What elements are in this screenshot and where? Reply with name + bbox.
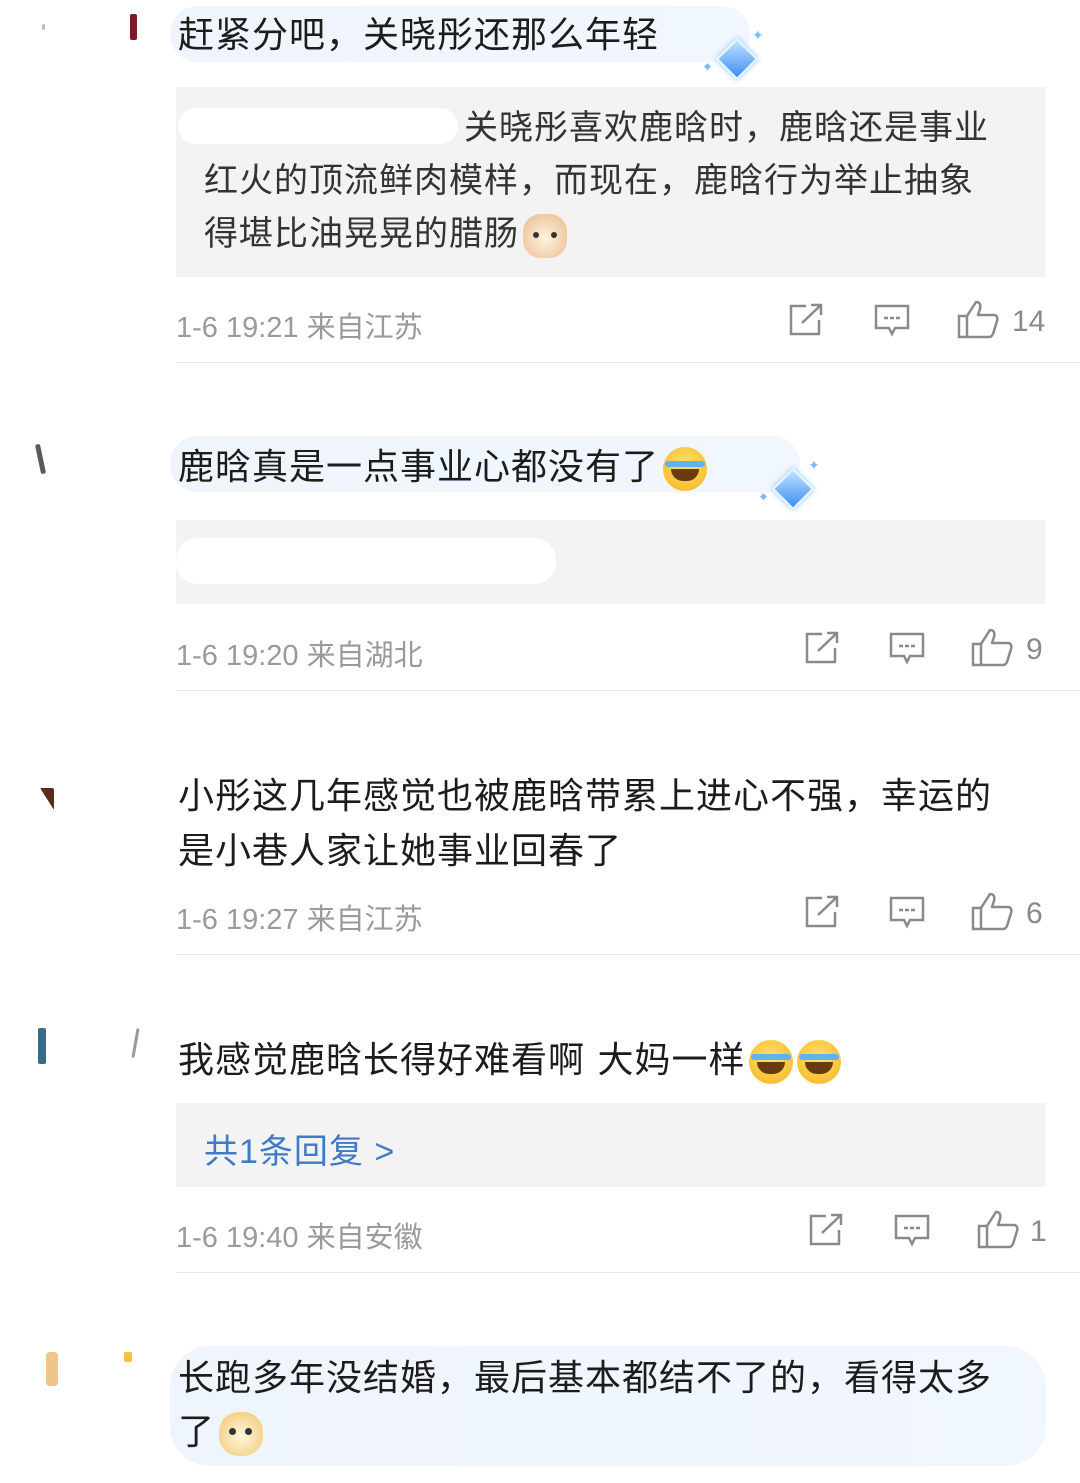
comment-text: 赶紧分吧，关晓彤还那么年轻 (178, 15, 660, 56)
laugh-cry-emoji-icon (663, 447, 708, 491)
thumbs-up-icon[interactable] (970, 891, 1014, 931)
comment-text-row: 鹿晗真是一点事业心都没有了 (178, 441, 708, 495)
reply-text-line-3-text: 得堪比油晃晃的腊肠 (204, 214, 519, 254)
comment-text: 我感觉鹿晗长得好难看啊 大妈一样 (178, 1040, 746, 1081)
comment-time: 1-6 19:27 (176, 904, 299, 936)
avatar[interactable] (30, 430, 150, 510)
comment-meta: 1-6 19:20 来自湖北 (176, 632, 423, 674)
like-count: 9 (1026, 633, 1043, 666)
share-icon[interactable] (804, 895, 840, 929)
comment-location: 来自江苏 (306, 312, 423, 344)
comment-text-line-2: 是小巷人家让她事业回春了 (178, 831, 623, 872)
laugh-cry-emoji-icon (749, 1040, 794, 1084)
comment-meta: 1-6 19:27 来自江苏 (176, 896, 423, 938)
like-count: 14 (1012, 305, 1046, 338)
comment-icon[interactable] (893, 1213, 931, 1247)
comment-time: 1-6 19:40 (176, 1222, 299, 1254)
cat-emoji-icon (523, 213, 567, 258)
divider (176, 362, 1080, 363)
avatar[interactable] (30, 1020, 150, 1100)
thumbs-up-icon[interactable] (970, 627, 1014, 667)
share-icon[interactable] (788, 303, 824, 337)
comment-location: 来自湖北 (306, 640, 423, 672)
diamond-badge-icon: ✦ ◆ (760, 458, 820, 514)
diamond-badge-icon: ✦ ◆ (704, 28, 764, 84)
divider (176, 1272, 1080, 1273)
comment-location: 来自安徽 (306, 1222, 423, 1254)
doge-emoji-icon (219, 1412, 264, 1456)
comment-meta: 1-6 19:21 来自江苏 (176, 304, 423, 346)
divider (176, 690, 1080, 691)
like-count: 6 (1026, 897, 1043, 930)
redacted-username (178, 108, 458, 144)
view-replies-link[interactable]: 共1条回复 > (204, 1124, 395, 1173)
comment-text-line-2-row: 了 (178, 1406, 264, 1460)
laugh-cry-emoji-icon (797, 1040, 842, 1084)
comment-time: 1-6 19:21 (176, 312, 299, 344)
comment-text-line-1: 小彤这几年感觉也被鹿晗带累上进心不强，幸运的 (178, 776, 993, 817)
avatar[interactable] (30, 0, 150, 80)
reply-text-line-2: 红火的顶流鲜肉模样，而现在，鹿晗行为举止抽象 (204, 161, 974, 201)
like-count: 1 (1030, 1215, 1047, 1248)
comment-location: 来自江苏 (306, 904, 423, 936)
comment-time: 1-6 19:20 (176, 640, 299, 672)
redacted-reply (176, 538, 556, 584)
comment-icon[interactable] (873, 303, 911, 337)
avatar[interactable] (30, 1346, 150, 1426)
avatar[interactable] (30, 774, 150, 854)
thumbs-up-icon[interactable] (976, 1209, 1020, 1249)
comment-text-row: 我感觉鹿晗长得好难看啊 大妈一样 (178, 1034, 842, 1088)
comment-text-line-1: 长跑多年没结婚，最后基本都结不了的，看得太多 (178, 1358, 993, 1399)
reply-text-line-1: 关晓彤喜欢鹿晗时，鹿晗还是事业 (464, 108, 989, 148)
comment-meta: 1-6 19:40 来自安徽 (176, 1214, 423, 1256)
comment-text: 鹿晗真是一点事业心都没有了 (178, 447, 660, 488)
divider (176, 954, 1080, 955)
comment-icon[interactable] (888, 631, 926, 665)
share-icon[interactable] (808, 1213, 844, 1247)
comment-text-line-2: 了 (178, 1412, 216, 1453)
thumbs-up-icon[interactable] (956, 299, 1000, 339)
share-icon[interactable] (804, 631, 840, 665)
reply-text-line-3: 得堪比油晃晃的腊肠 (204, 208, 567, 261)
comment-icon[interactable] (888, 895, 926, 929)
